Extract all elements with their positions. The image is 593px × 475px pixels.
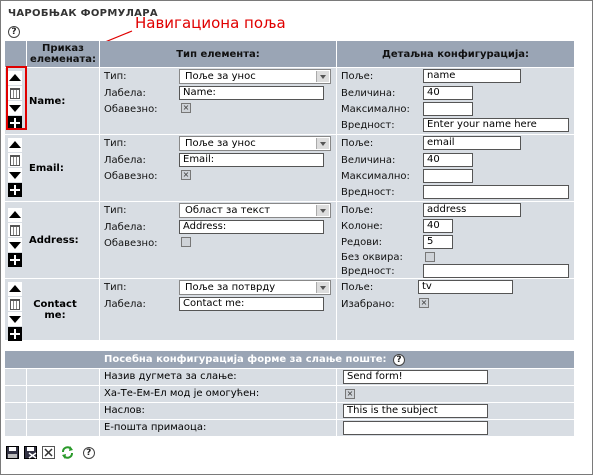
field-input[interactable]: tv — [418, 280, 513, 294]
save-icon[interactable] — [6, 446, 19, 459]
required-label: Обавезно: — [104, 104, 158, 115]
label-input[interactable]: Email: — [179, 153, 324, 167]
delete-icon[interactable] — [8, 223, 22, 237]
element-name: Email: — [29, 163, 64, 174]
add-icon[interactable] — [8, 183, 22, 197]
max-label: Максимално: — [341, 171, 410, 182]
send-button-name-label: Назив дугмета за слање: — [100, 369, 337, 385]
element-row-address: Address: Тип: Област за текст Лабела: Ad… — [5, 201, 574, 278]
recipient-label: Е-пошта примаоца: — [100, 420, 337, 436]
table-header: Приказ елемената: Тип елемента: Детаљна … — [5, 41, 574, 67]
required-label: Обавезно: — [104, 238, 158, 249]
annotation-text: Навигациона поља — [135, 14, 286, 32]
element-row-email: Email: Тип: Поље за унос Лабела: Email: … — [5, 134, 574, 201]
field-input[interactable]: address — [423, 203, 521, 217]
type-select[interactable]: Поље за унос — [179, 136, 331, 151]
rows-label: Редови: — [341, 237, 382, 248]
max-label: Максимално: — [341, 104, 410, 115]
type-select[interactable]: Поље за унос — [179, 69, 331, 84]
field-label: Поље: — [341, 282, 374, 293]
bottom-toolbar: ? — [6, 446, 95, 460]
field-input[interactable]: email — [423, 136, 521, 150]
size-label: Величина: — [341, 155, 396, 166]
element-name: Name: — [29, 96, 66, 107]
required-checkbox[interactable] — [181, 237, 191, 247]
header-type: Тип елемента: — [100, 41, 337, 67]
type-label: Тип: — [104, 71, 127, 82]
email-config-row: Наслов: This is the subject — [5, 402, 574, 419]
delete-icon[interactable] — [8, 297, 22, 311]
label-input[interactable]: Address: — [179, 220, 324, 234]
required-checkbox[interactable]: × — [181, 103, 191, 113]
label-label: Лабела: — [104, 222, 146, 233]
move-down-icon[interactable] — [8, 168, 22, 182]
selected-checkbox[interactable]: × — [419, 298, 429, 308]
rows-input[interactable]: 5 — [423, 235, 453, 249]
max-input[interactable] — [423, 102, 473, 116]
element-row-name: Name: Тип: Поље за унос Лабела: Name: Об… — [5, 67, 574, 134]
email-config-row: Назив дугмета за слање: Send form! — [5, 368, 574, 385]
required-checkbox[interactable]: × — [181, 170, 191, 180]
subject-label: Наслов: — [100, 403, 337, 419]
value-input[interactable] — [423, 264, 569, 278]
header-detail: Детаљна конфигурација: — [381, 48, 530, 60]
refresh-icon[interactable] — [61, 446, 74, 459]
value-label: Вредност: — [341, 187, 395, 198]
no-frame-checkbox[interactable] — [425, 252, 435, 262]
delete-icon[interactable] — [8, 153, 22, 167]
label-input[interactable]: Name: — [179, 86, 324, 100]
field-input[interactable]: name — [423, 69, 521, 83]
type-label: Тип: — [104, 282, 127, 293]
highlight-box — [6, 66, 27, 130]
element-row-contact: Contact me: Тип: Поље за потврду Лабела:… — [5, 278, 574, 341]
field-label: Поље: — [341, 138, 374, 149]
element-name: Address: — [29, 235, 79, 246]
field-label: Поље: — [341, 71, 374, 82]
columns-input[interactable]: 40 — [423, 219, 453, 233]
type-label: Тип: — [104, 205, 127, 216]
value-input[interactable]: Enter your name here — [423, 118, 569, 132]
element-name: Contact me: — [33, 299, 77, 321]
email-config-row: Е-пошта примаоца: — [5, 419, 574, 436]
email-config-row: Ха-Те-Ем-Ел мод је омогућен: × — [5, 385, 574, 402]
move-down-icon[interactable] — [8, 312, 22, 326]
max-input[interactable] — [423, 169, 473, 183]
value-label: Вредност: — [341, 266, 395, 277]
save-close-icon[interactable] — [24, 446, 38, 459]
html-mode-checkbox[interactable]: × — [345, 389, 355, 399]
add-icon[interactable] — [8, 327, 22, 341]
label-label: Лабела: — [104, 299, 146, 310]
type-select[interactable]: Поље за потврду — [179, 280, 331, 295]
label-label: Лабела: — [104, 88, 146, 99]
move-up-icon[interactable] — [8, 208, 22, 222]
no-frame-label: Без оквира: — [341, 252, 403, 263]
send-button-name-input[interactable]: Send form! — [343, 370, 488, 384]
subject-input[interactable]: This is the subject — [343, 404, 488, 418]
email-config-header: Посебна конфигурација форме за слање пош… — [100, 351, 574, 368]
type-label: Тип: — [104, 138, 127, 149]
help-icon[interactable]: ? — [393, 354, 406, 366]
required-label: Обавезно: — [104, 171, 158, 182]
recipient-input[interactable] — [343, 421, 488, 435]
move-down-icon[interactable] — [8, 238, 22, 252]
size-label: Величина: — [341, 88, 396, 99]
label-label: Лабела: — [104, 155, 146, 166]
type-select[interactable]: Област за текст — [179, 203, 331, 218]
move-up-icon[interactable] — [8, 282, 22, 296]
move-up-icon[interactable] — [8, 138, 22, 152]
columns-label: Колоне: — [341, 221, 383, 232]
header-preview: Приказ елемената: — [27, 41, 100, 67]
html-mode-label: Ха-Те-Ем-Ел мод је омогућен: — [100, 386, 337, 402]
add-icon[interactable] — [8, 253, 22, 267]
field-label: Поље: — [341, 205, 374, 216]
size-input[interactable]: 40 — [423, 153, 473, 167]
value-input[interactable] — [423, 185, 569, 199]
value-label: Вредност: — [341, 120, 395, 131]
help-icon[interactable]: ? — [82, 446, 95, 459]
size-input[interactable]: 40 — [423, 86, 473, 100]
label-input[interactable]: Contact me: — [179, 297, 324, 311]
selected-label: Изабрано: — [341, 299, 395, 310]
close-icon[interactable] — [42, 446, 56, 459]
